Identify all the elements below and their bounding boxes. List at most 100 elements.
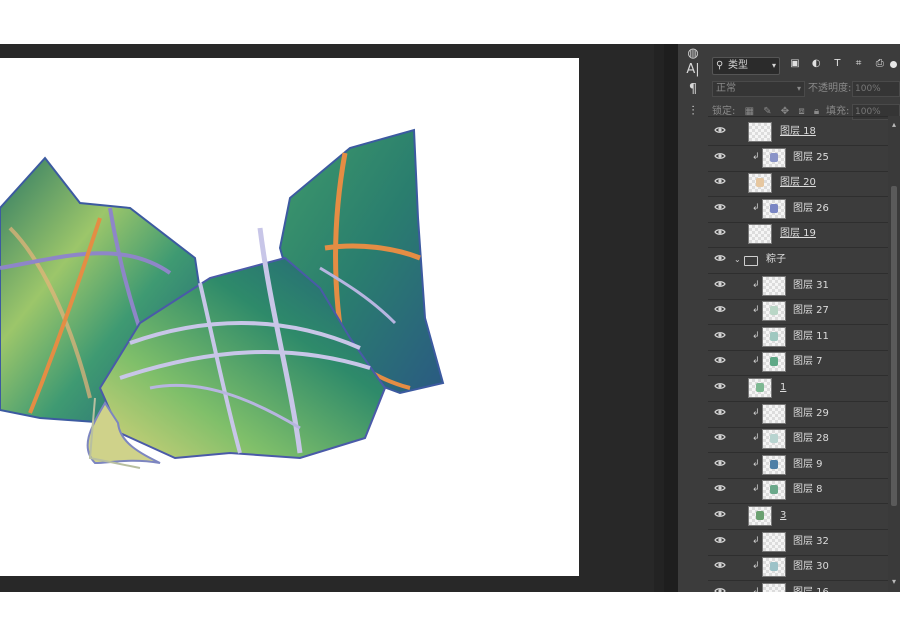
layer-thumbnail <box>762 147 786 168</box>
image-filter-icon[interactable]: ▣ <box>788 57 802 71</box>
visibility-eye-icon[interactable] <box>714 152 726 162</box>
layer-thumbnail <box>762 557 786 578</box>
visibility-eye-icon[interactable] <box>714 203 726 213</box>
visibility-eye-icon[interactable] <box>714 561 726 571</box>
layer-row[interactable]: ↲ 图层 7 <box>708 349 888 377</box>
layer-name: 1 <box>780 382 787 393</box>
layer-name: 粽子 <box>766 254 786 265</box>
layer-row[interactable]: 1 <box>708 375 888 402</box>
layer-name: 图层 31 <box>793 279 829 291</box>
clipping-mask-icon: ↲ <box>752 484 760 495</box>
canvas-area[interactable] <box>0 44 664 592</box>
thumbnail-content <box>756 511 764 520</box>
visibility-eye-icon[interactable] <box>714 177 726 187</box>
clipping-mask-icon: ↲ <box>752 535 760 546</box>
layer-row[interactable]: ↲ 图层 27 <box>708 298 888 326</box>
layer-thumbnail <box>748 173 772 194</box>
layer-thumbnail <box>748 122 772 142</box>
visibility-eye-icon[interactable] <box>714 433 726 443</box>
visibility-eye-icon[interactable] <box>714 536 726 546</box>
layer-row[interactable]: ↲ 图层 31 <box>708 273 888 300</box>
visibility-eye-icon[interactable] <box>714 228 726 238</box>
visibility-eye-icon[interactable] <box>714 254 726 264</box>
layer-row[interactable]: ↲ 图层 29 <box>708 401 888 428</box>
layer-name: 图层 8 <box>793 484 823 496</box>
opacity-input[interactable]: 100% <box>852 81 900 97</box>
layer-name: 图层 32 <box>793 535 829 547</box>
character-icon[interactable]: A| <box>682 60 704 80</box>
paths-icon[interactable]: ⫶ <box>682 102 704 122</box>
layer-thumbnail <box>748 378 772 398</box>
layer-thumbnail <box>762 480 786 501</box>
layer-row[interactable]: ↲ 图层 32 <box>708 529 888 556</box>
layer-row[interactable]: 图层 19 <box>708 221 888 249</box>
scroll-up-icon[interactable]: ▴ <box>890 120 898 129</box>
layer-thumbnail <box>762 454 786 475</box>
scroll-down-icon[interactable]: ▾ <box>890 577 898 586</box>
visibility-eye-icon[interactable] <box>714 356 726 366</box>
blend-mode-value: 正常 <box>716 83 736 94</box>
layer-row[interactable]: 3 <box>708 503 888 530</box>
visibility-eye-icon[interactable] <box>714 331 726 341</box>
clipping-mask-icon: ↲ <box>752 586 760 592</box>
visibility-eye-icon[interactable] <box>714 126 726 136</box>
collapsed-panels-column: ◍ A| ¶ ⫶ <box>678 44 709 592</box>
clipping-mask-icon: ↲ <box>752 330 760 341</box>
clipping-mask-icon: ↲ <box>752 561 760 572</box>
layer-thumbnail <box>762 326 786 347</box>
layer-row[interactable]: ↲ 图层 8 <box>708 477 888 505</box>
canvas-scrollbar[interactable] <box>654 44 664 592</box>
layer-row[interactable]: 图层 18 <box>708 119 888 146</box>
visibility-eye-icon[interactable] <box>714 510 726 520</box>
visibility-eye-icon[interactable] <box>714 459 726 469</box>
thumbnail-content <box>770 331 778 341</box>
layer-name: 图层 28 <box>793 433 829 445</box>
layer-row[interactable]: 图层 20 <box>708 170 888 198</box>
smart-object-filter-icon[interactable]: ⎙ <box>873 57 887 71</box>
clipping-mask-icon: ↲ <box>752 407 760 418</box>
layer-row[interactable]: ↲ 图层 9 <box>708 452 888 479</box>
layer-group-row[interactable]: ⌄ 粽子 <box>708 247 888 274</box>
filter-toggle[interactable] <box>890 61 897 68</box>
scroll-thumb[interactable] <box>891 186 897 506</box>
visibility-eye-icon[interactable] <box>714 382 726 392</box>
thumbnail-content <box>756 383 764 392</box>
layer-row[interactable]: ↲ 图层 25 <box>708 145 888 172</box>
visibility-eye-icon[interactable] <box>714 587 726 592</box>
layer-name: 图层 26 <box>793 202 829 214</box>
layers-scrollbar[interactable]: ▴ ▾ <box>888 116 900 592</box>
layer-row[interactable]: ↲ 图层 30 <box>708 554 888 582</box>
thumbnail-content <box>756 178 764 188</box>
blend-mode-select[interactable]: 正常 ▾ <box>712 81 805 97</box>
layer-row[interactable]: ↲ 图层 11 <box>708 324 888 351</box>
chevron-down-icon[interactable]: ⌄ <box>734 247 741 273</box>
layer-row[interactable]: ↲ 图层 26 <box>708 196 888 223</box>
thumbnail-content <box>770 434 778 444</box>
paragraph-icon[interactable]: ¶ <box>682 80 704 100</box>
visibility-eye-icon[interactable] <box>714 484 726 494</box>
chevron-down-icon: ▾ <box>796 84 801 93</box>
layer-row[interactable]: ↲ 图层 28 <box>708 426 888 454</box>
zongzi-artwork <box>0 128 445 469</box>
layer-thumbnail <box>762 582 786 592</box>
filter-kind-label: 类型 <box>728 60 748 71</box>
clipping-mask-icon: ↲ <box>752 151 760 162</box>
visibility-eye-icon[interactable] <box>714 305 726 315</box>
layer-row[interactable]: ↲ 图层 16 <box>708 580 888 592</box>
layer-name: 图层 30 <box>793 561 829 573</box>
layer-thumbnail <box>762 301 786 322</box>
thumbnail-content <box>770 357 778 367</box>
adjustment-filter-icon[interactable]: ◐ <box>809 57 823 71</box>
clipping-mask-icon: ↲ <box>752 202 760 213</box>
type-filter-icon[interactable]: T <box>830 57 844 71</box>
layer-name: 图层 19 <box>780 228 816 240</box>
document-canvas[interactable] <box>0 58 579 576</box>
clipping-mask-icon: ↲ <box>752 279 760 290</box>
visibility-eye-icon[interactable] <box>714 408 726 418</box>
visibility-eye-icon[interactable] <box>714 280 726 290</box>
layer-filter-select[interactable]: ⚲ 类型 ▾ <box>712 57 780 75</box>
layer-thumbnail <box>762 403 786 424</box>
layer-thumbnail <box>762 352 786 373</box>
shape-filter-icon[interactable]: ⌗ <box>852 57 866 71</box>
panel-divider[interactable] <box>664 44 678 592</box>
